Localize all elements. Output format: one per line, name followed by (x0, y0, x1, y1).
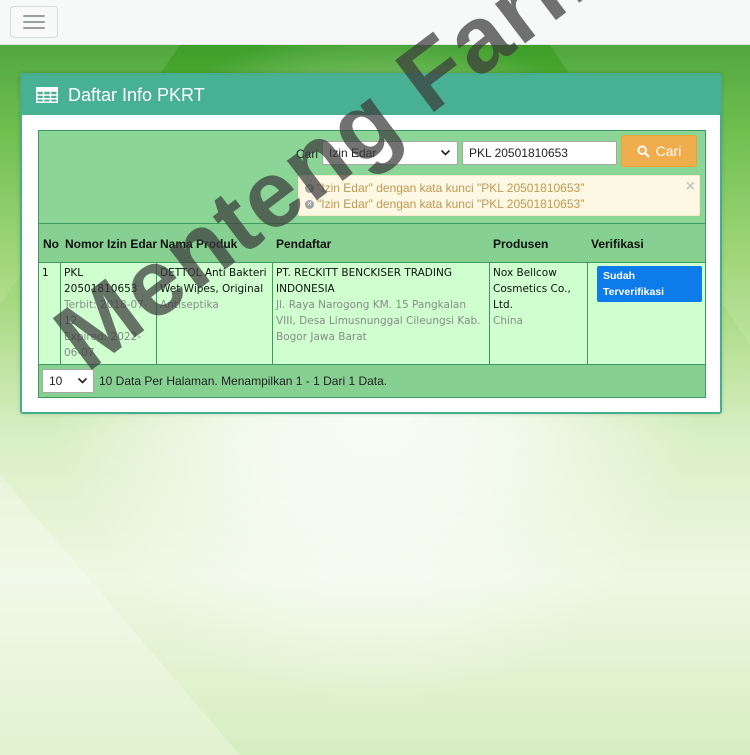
hamburger-bar (23, 21, 45, 23)
alert-close-button[interactable]: × (686, 178, 695, 196)
verification-badge[interactable]: Sudah Terverifikasi (597, 266, 702, 302)
pkrt-panel: Daftar Info PKRT Cari Izin Edar PKL 2050… (20, 73, 722, 414)
search-button-label: Cari (655, 143, 682, 159)
negara-produsen: China (493, 315, 523, 327)
nama-produk: DETTOL Anti Bakteri Wet Wipes, Original (160, 267, 267, 295)
header-nomor-izin-edar: Nomor Izin Edar (65, 236, 158, 251)
search-keyword-input[interactable]: PKL 20501810653 (462, 141, 617, 165)
cell-no: 1 (39, 263, 61, 364)
row-number: 1 (42, 267, 49, 279)
nama-produsen: Nox Bellcow Cosmetics Co., Ltd. (493, 267, 571, 311)
data-table: Cari Izin Edar PKL 20501810653 Cari ✕ "I… (38, 130, 706, 398)
cell-pendaftar: PT. RECKITT BENCKISER TRADING INDONESIA … (273, 263, 490, 364)
tanggal-terbit: Terbit: 2018-07-12 (64, 299, 148, 327)
panel-title: Daftar Info PKRT (68, 84, 205, 105)
cell-produsen: Nox Bellcow Cosmetics Co., Ltd. China (490, 263, 588, 364)
header-pendaftar: Pendaftar (276, 236, 332, 251)
remove-filter-icon[interactable]: ✕ (305, 183, 314, 193)
filter-alert: ✕ "Izin Edar" dengan kata kunci "PKL 205… (298, 175, 700, 216)
search-icon (637, 144, 650, 158)
panel-header: Daftar Info PKRT (22, 75, 720, 115)
remove-filter-icon[interactable]: ✕ (305, 199, 314, 209)
nomor-izin-edar: PKL 20501810653 (64, 267, 138, 295)
search-field-selected: Izin Edar (329, 146, 377, 160)
hamburger-menu-button[interactable] (10, 6, 58, 38)
search-field-select[interactable]: Izin Edar (322, 141, 458, 165)
header-verifikasi: Verifikasi (591, 236, 644, 251)
header-no: No (43, 236, 59, 251)
hamburger-bar (23, 15, 45, 17)
search-button[interactable]: Cari (621, 135, 697, 167)
chevron-down-icon (77, 377, 88, 384)
filter-alert-item: ✕ "Izin Edar" dengan kata kunci "PKL 205… (305, 180, 693, 196)
tanggal-expired: Expired: 2022-06-07 (64, 331, 142, 359)
cell-nomor-izin: PKL 20501810653 Terbit: 2018-07-12 Expir… (61, 263, 157, 364)
alamat-pendaftar: Jl. Raya Narogong KM. 15 Pangkalan VIII,… (276, 299, 481, 343)
chevron-down-icon (440, 149, 451, 156)
header-nama-produk: Nama Produk (160, 236, 238, 251)
cell-nama-produk: DETTOL Anti Bakteri Wet Wipes, Original … (157, 263, 273, 364)
search-bar: Cari Izin Edar PKL 20501810653 Cari ✕ "I… (39, 131, 705, 223)
pagination-bar: 10 10 Data Per Halaman. Menampilkan 1 - … (39, 364, 705, 397)
table-header: No Nomor Izin Edar Nama Produk Pendaftar… (39, 223, 705, 263)
filter-alert-text: "Izin Edar" dengan kata kunci "PKL 20501… (317, 197, 585, 211)
kategori-produk: Antiseptika (160, 299, 219, 311)
nama-pendaftar: PT. RECKITT BENCKISER TRADING INDONESIA (276, 267, 452, 295)
table-row: 1 PKL 20501810653 Terbit: 2018-07-12 Exp… (39, 263, 705, 364)
table-icon (36, 87, 58, 103)
hamburger-bar (23, 27, 45, 29)
header-produsen: Produsen (493, 236, 549, 251)
filter-alert-text: "Izin Edar" dengan kata kunci "PKL 20501… (317, 181, 585, 195)
bg-facet (0, 475, 240, 755)
pagination-info: 10 Data Per Halaman. Menampilkan 1 - 1 D… (99, 374, 388, 388)
cell-verifikasi: Sudah Terverifikasi (588, 263, 705, 364)
per-page-value: 10 (49, 374, 63, 388)
search-label: Cari (296, 147, 319, 161)
top-navbar (0, 0, 750, 45)
per-page-select[interactable]: 10 (42, 369, 94, 393)
filter-alert-item: ✕ "Izin Edar" dengan kata kunci "PKL 205… (305, 196, 693, 212)
